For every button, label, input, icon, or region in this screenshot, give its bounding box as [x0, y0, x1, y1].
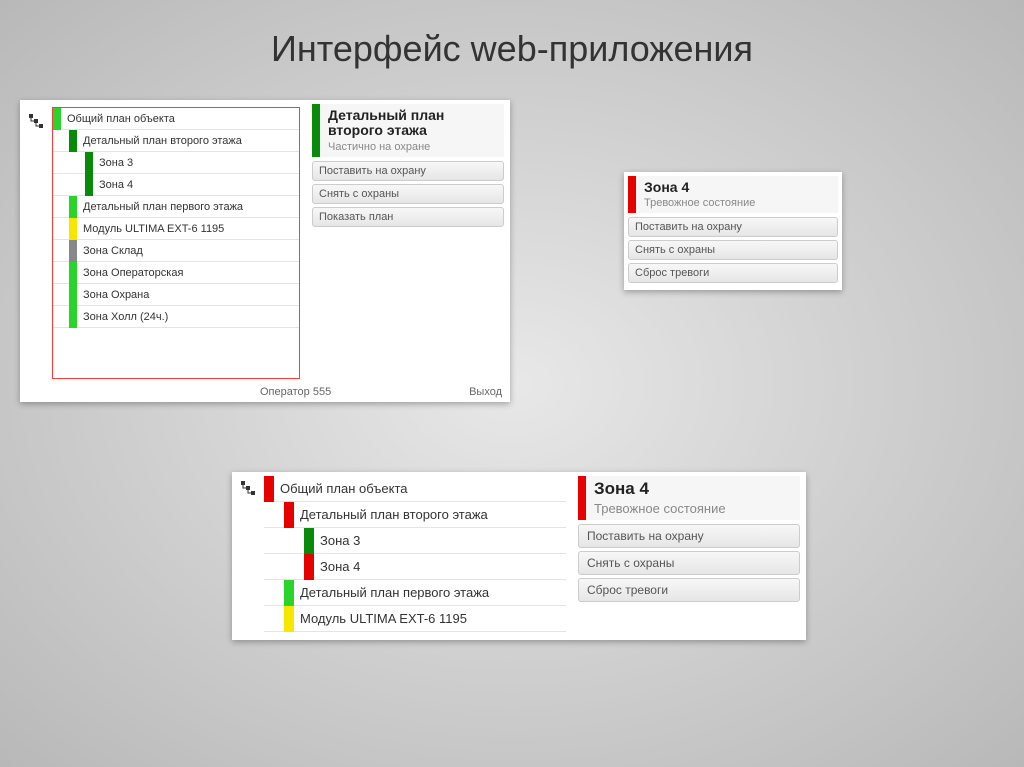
- tree-item[interactable]: Общий план объекта: [53, 108, 299, 130]
- action-button[interactable]: Сброс тревоги: [628, 263, 838, 283]
- tree-item-label: Зона 4: [314, 559, 360, 574]
- status-color-bar: [264, 476, 274, 502]
- tree-item[interactable]: Детальный план первого этажа: [53, 196, 299, 218]
- tree-selection-box: Общий план объекта Детальный план второго…: [52, 107, 300, 379]
- tree-item[interactable]: Зона 4: [264, 554, 566, 580]
- status-color-bar: [85, 174, 93, 196]
- tree-item-label: Зона 4: [93, 179, 133, 191]
- tree-item-label: Модуль ULTIMA EXT-6 1195: [294, 611, 467, 626]
- status-color-bar: [69, 284, 77, 306]
- status-color-bar: [304, 554, 314, 580]
- action-button[interactable]: Снять с охраны: [578, 551, 800, 575]
- tree-item[interactable]: Детальный план второго этажа: [264, 502, 566, 528]
- tree-item-label: Зона Холл (24ч.): [77, 311, 168, 323]
- tree-wrap-1: Общий план объекта Детальный план второго…: [24, 105, 302, 377]
- tree-item-label: Общий план объекта: [274, 481, 408, 496]
- action-button[interactable]: Показать план: [312, 207, 504, 227]
- slide-title: Интерфейс web-приложения: [0, 0, 1024, 70]
- exit-link[interactable]: Выход: [469, 386, 502, 398]
- detail-panel-1: Детальный план второго этажа Частично на…: [312, 104, 504, 230]
- tree-list-1: Общий план объекта Детальный план второго…: [53, 108, 299, 328]
- status-color-bar: [69, 130, 77, 152]
- detail-subtitle-2: Тревожное состояние: [644, 197, 832, 209]
- tree-list-3: Общий план объекта Детальный план второго…: [264, 476, 566, 632]
- tree-item[interactable]: Детальный план второго этажа: [53, 130, 299, 152]
- status-color-bar: [53, 108, 61, 130]
- detail-subtitle-1: Частично на охране: [328, 141, 498, 153]
- status-color-bar: [69, 262, 77, 284]
- tree-item[interactable]: Зона Операторская: [53, 262, 299, 284]
- operator-label: Оператор 555: [260, 386, 331, 398]
- tree-item[interactable]: Зона Склад: [53, 240, 299, 262]
- tree-item-label: Модуль ULTIMA EXT-6 1195: [77, 223, 224, 235]
- tree-item-label: Зона 3: [314, 533, 360, 548]
- detail-subtitle-3: Тревожное состояние: [594, 501, 794, 516]
- tree-item[interactable]: Зона Холл (24ч.): [53, 306, 299, 328]
- action-button[interactable]: Снять с охраны: [312, 184, 504, 204]
- status-color-bar: [69, 306, 77, 328]
- panel-tree-detail-1: Общий план объекта Детальный план второго…: [20, 100, 510, 402]
- panel-zone4-alarm: Зона 4 Тревожное состояние Поставить на …: [624, 172, 842, 290]
- detail-title-1: Детальный план второго этажа: [328, 108, 498, 139]
- action-button[interactable]: Снять с охраны: [628, 240, 838, 260]
- action-button[interactable]: Поставить на охрану: [312, 161, 504, 181]
- tree-item-label: Детальный план первого этажа: [77, 201, 243, 213]
- tree-item[interactable]: Модуль ULTIMA EXT-6 1195: [53, 218, 299, 240]
- tree-item-label: Зона Охрана: [77, 289, 149, 301]
- action-button[interactable]: Поставить на охрану: [628, 217, 838, 237]
- tree-item[interactable]: Зона Охрана: [53, 284, 299, 306]
- detail-title-2: Зона 4: [644, 180, 832, 195]
- tree-item-label: Детальный план первого этажа: [294, 585, 489, 600]
- status-color-bar: [85, 152, 93, 174]
- status-color-bar: [284, 606, 294, 632]
- detail-panel-3: Зона 4 Тревожное состояние Поставить на …: [578, 476, 800, 605]
- action-button[interactable]: Поставить на охрану: [578, 524, 800, 548]
- status-color-bar: [69, 218, 77, 240]
- tree-item[interactable]: Общий план объекта: [264, 476, 566, 502]
- panel-tree-detail-3: Общий план объекта Детальный план второго…: [232, 472, 806, 640]
- tree-item[interactable]: Зона 3: [53, 152, 299, 174]
- tree-item-label: Зона Операторская: [77, 267, 183, 279]
- status-color-bar: [284, 502, 294, 528]
- status-color-bar: [304, 528, 314, 554]
- tree-item[interactable]: Модуль ULTIMA EXT-6 1195: [264, 606, 566, 632]
- tree-item[interactable]: Зона 4: [53, 174, 299, 196]
- tree-item-label: Зона Склад: [77, 245, 143, 257]
- detail-header-3: Зона 4 Тревожное состояние: [578, 476, 800, 520]
- status-color-bar: [284, 580, 294, 606]
- tree-item-label: Детальный план второго этажа: [294, 507, 488, 522]
- status-color-bar: [69, 196, 77, 218]
- hierarchy-icon: [240, 480, 256, 496]
- tree-item-label: Общий план объекта: [61, 113, 175, 125]
- status-color-bar: [69, 240, 77, 262]
- tree-item[interactable]: Детальный план первого этажа: [264, 580, 566, 606]
- detail-header-2: Зона 4 Тревожное состояние: [628, 176, 838, 213]
- detail-title-3: Зона 4: [594, 480, 794, 499]
- action-button[interactable]: Сброс тревоги: [578, 578, 800, 602]
- tree-item[interactable]: Зона 3: [264, 528, 566, 554]
- detail-header-1: Детальный план второго этажа Частично на…: [312, 104, 504, 157]
- hierarchy-icon: [28, 113, 44, 129]
- tree-item-label: Зона 3: [93, 157, 133, 169]
- tree-item-label: Детальный план второго этажа: [77, 135, 242, 147]
